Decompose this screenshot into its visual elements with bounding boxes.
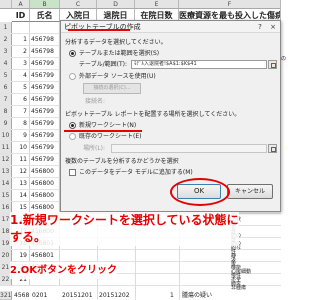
radio-new-worksheet[interactable] [69, 122, 76, 129]
pivot-table-dialog: ピボットテーブルの作成 ? × 分析するデータを選択してください。 テーブルまた… [60, 20, 281, 212]
header-name[interactable]: 氏名 [30, 9, 60, 22]
header-id[interactable]: ID [12, 9, 30, 22]
column-header-e[interactable]: E [135, 0, 179, 9]
column-header-b[interactable]: B [30, 0, 60, 9]
help-icon[interactable]: ? [255, 22, 265, 32]
range-label: テーブル/範囲(T): [79, 61, 128, 68]
range-picker-icon[interactable] [268, 60, 277, 69]
choose-connection-button[interactable]: 接続の選択(C)... [83, 83, 141, 94]
radio-existing-worksheet[interactable] [69, 133, 76, 140]
column-header-f[interactable]: F [179, 0, 281, 9]
radio-new-worksheet-label[interactable]: 新規ワークシート(N) [79, 122, 136, 130]
location-picker-icon[interactable] [268, 144, 277, 153]
section-select-data: 分析するデータを選択してください。 [65, 39, 167, 46]
annotation-step1-line2: する。 [10, 230, 47, 244]
add-to-data-model-label[interactable]: このデータをデータ モデルに追加する(M) [79, 169, 193, 177]
row-number[interactable]: 321 [0, 291, 12, 300]
last-row-diagnosis[interactable]: 腫瘍の疑い [182, 291, 212, 300]
last-row-id[interactable]: 4568 [14, 291, 29, 300]
last-row-days[interactable]: 1 [170, 291, 174, 300]
highlight-underline-title [68, 29, 130, 31]
column-header-c[interactable]: C [60, 0, 97, 9]
radio-table-range[interactable] [69, 50, 76, 57]
connection-name-label: 接続名: [85, 98, 106, 105]
dialog-titlebar[interactable]: ピボットテーブルの作成 ? × [61, 21, 280, 33]
add-to-data-model-checkbox[interactable] [69, 169, 76, 176]
diagnosis-cell[interactable]: 非腫瘍 [231, 285, 246, 291]
location-input[interactable] [111, 144, 267, 153]
cancel-button[interactable]: キャンセル [227, 184, 273, 199]
radio-table-range-label[interactable]: テーブルまたは範囲を選択(S) [79, 50, 159, 58]
radio-external-source-label[interactable]: 外部データ ソースを使用(U) [79, 73, 156, 81]
highlight-ellipse-ok [170, 178, 230, 206]
range-input[interactable]: ﾓﾃﾞﾙ入退院者!$A$1:$K$41 [131, 60, 267, 69]
annotation-step2: 2.OKボタンをクリック [10, 262, 118, 279]
column-header-a[interactable]: A [12, 0, 30, 9]
column-header-d[interactable]: D [97, 0, 135, 9]
annotation-step1: 1.新規ワークシートを選択している状態に する。 [10, 212, 239, 246]
dialog-title: ピボットテーブルの作成 [64, 23, 141, 31]
highlight-underline-new-sheet [64, 130, 142, 132]
last-row-discharge[interactable]: 20151202 [99, 291, 130, 300]
section-location: ピボットテーブル レポートを配置する場所を選択してください。 [65, 111, 241, 118]
section-multiple-tables: 複数のテーブルを分析するかどうかを選択 [65, 158, 179, 165]
corner-cell[interactable] [0, 0, 12, 9]
location-label: 場所(L): [83, 145, 106, 152]
last-row-admit[interactable]: 20151201 [62, 291, 93, 300]
radio-external-source[interactable] [69, 73, 76, 80]
last-row-name[interactable]: 0201 [32, 291, 47, 300]
radio-existing-worksheet-label[interactable]: 既存のワークシート(E) [79, 133, 141, 141]
close-icon[interactable]: × [268, 22, 278, 32]
annotation-step1-line1: 1.新規ワークシートを選択している状態に [10, 213, 239, 227]
